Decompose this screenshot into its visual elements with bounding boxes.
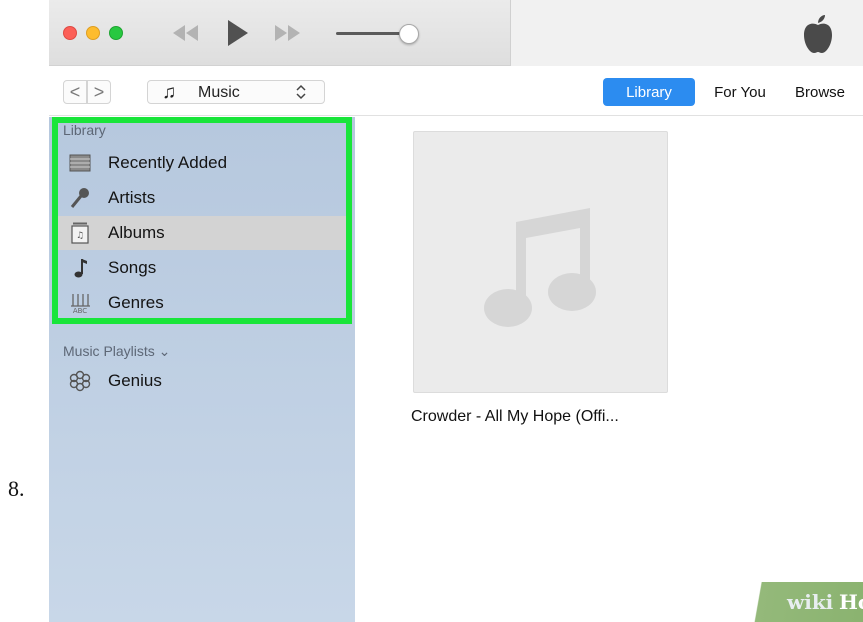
title-bar bbox=[49, 0, 863, 66]
tab-for-you[interactable]: For You bbox=[701, 78, 779, 106]
album-title[interactable]: Crowder - All My Hope (Offi... bbox=[411, 408, 619, 426]
apple-logo-icon bbox=[804, 15, 832, 53]
music-playlists-header[interactable]: Music Playlists ⌄ bbox=[63, 343, 170, 360]
tab-browse[interactable]: Browse bbox=[795, 78, 863, 106]
navigation-bar: < > ♫ Music Library For You Browse bbox=[49, 66, 863, 116]
back-button[interactable]: < bbox=[63, 80, 87, 104]
watermark-wiki: wiki bbox=[787, 590, 834, 614]
play-button[interactable] bbox=[223, 20, 253, 46]
watermark-how: How bbox=[839, 590, 863, 614]
media-source-label: Music bbox=[198, 84, 240, 101]
fast-forward-icon bbox=[275, 25, 300, 41]
album-artwork[interactable] bbox=[413, 131, 668, 393]
volume-slider-thumb[interactable] bbox=[399, 24, 419, 44]
play-icon bbox=[228, 20, 248, 46]
itunes-window: < > ♫ Music Library For You Browse Libra… bbox=[49, 0, 863, 622]
screenshot: 8. < > ♫ Music Library For You Browse Li… bbox=[0, 0, 863, 622]
music-note-placeholder-icon bbox=[484, 208, 596, 327]
tab-library[interactable]: Library bbox=[603, 78, 695, 106]
wikihow-watermark: wiki How bbox=[749, 582, 863, 622]
library-highlight-box bbox=[52, 117, 352, 324]
rewind-button[interactable] bbox=[167, 20, 203, 46]
music-note-icon: ♫ bbox=[162, 82, 177, 103]
minimize-window-button[interactable] bbox=[86, 26, 100, 40]
rewind-icon bbox=[173, 25, 198, 41]
zoom-window-button[interactable] bbox=[109, 26, 123, 40]
genius-icon bbox=[69, 370, 91, 392]
sidebar-item-label: Genius bbox=[108, 371, 162, 390]
media-source-select[interactable]: ♫ Music bbox=[147, 80, 325, 104]
step-number: 8. bbox=[8, 476, 25, 501]
chevron-updown-icon bbox=[296, 83, 306, 105]
fast-forward-button[interactable] bbox=[271, 20, 305, 46]
forward-button[interactable]: > bbox=[87, 80, 111, 104]
close-window-button[interactable] bbox=[63, 26, 77, 40]
sidebar: Library Recently Added Artists ♫ Albums … bbox=[49, 117, 355, 622]
sidebar-item-genius[interactable]: Genius bbox=[57, 364, 347, 398]
